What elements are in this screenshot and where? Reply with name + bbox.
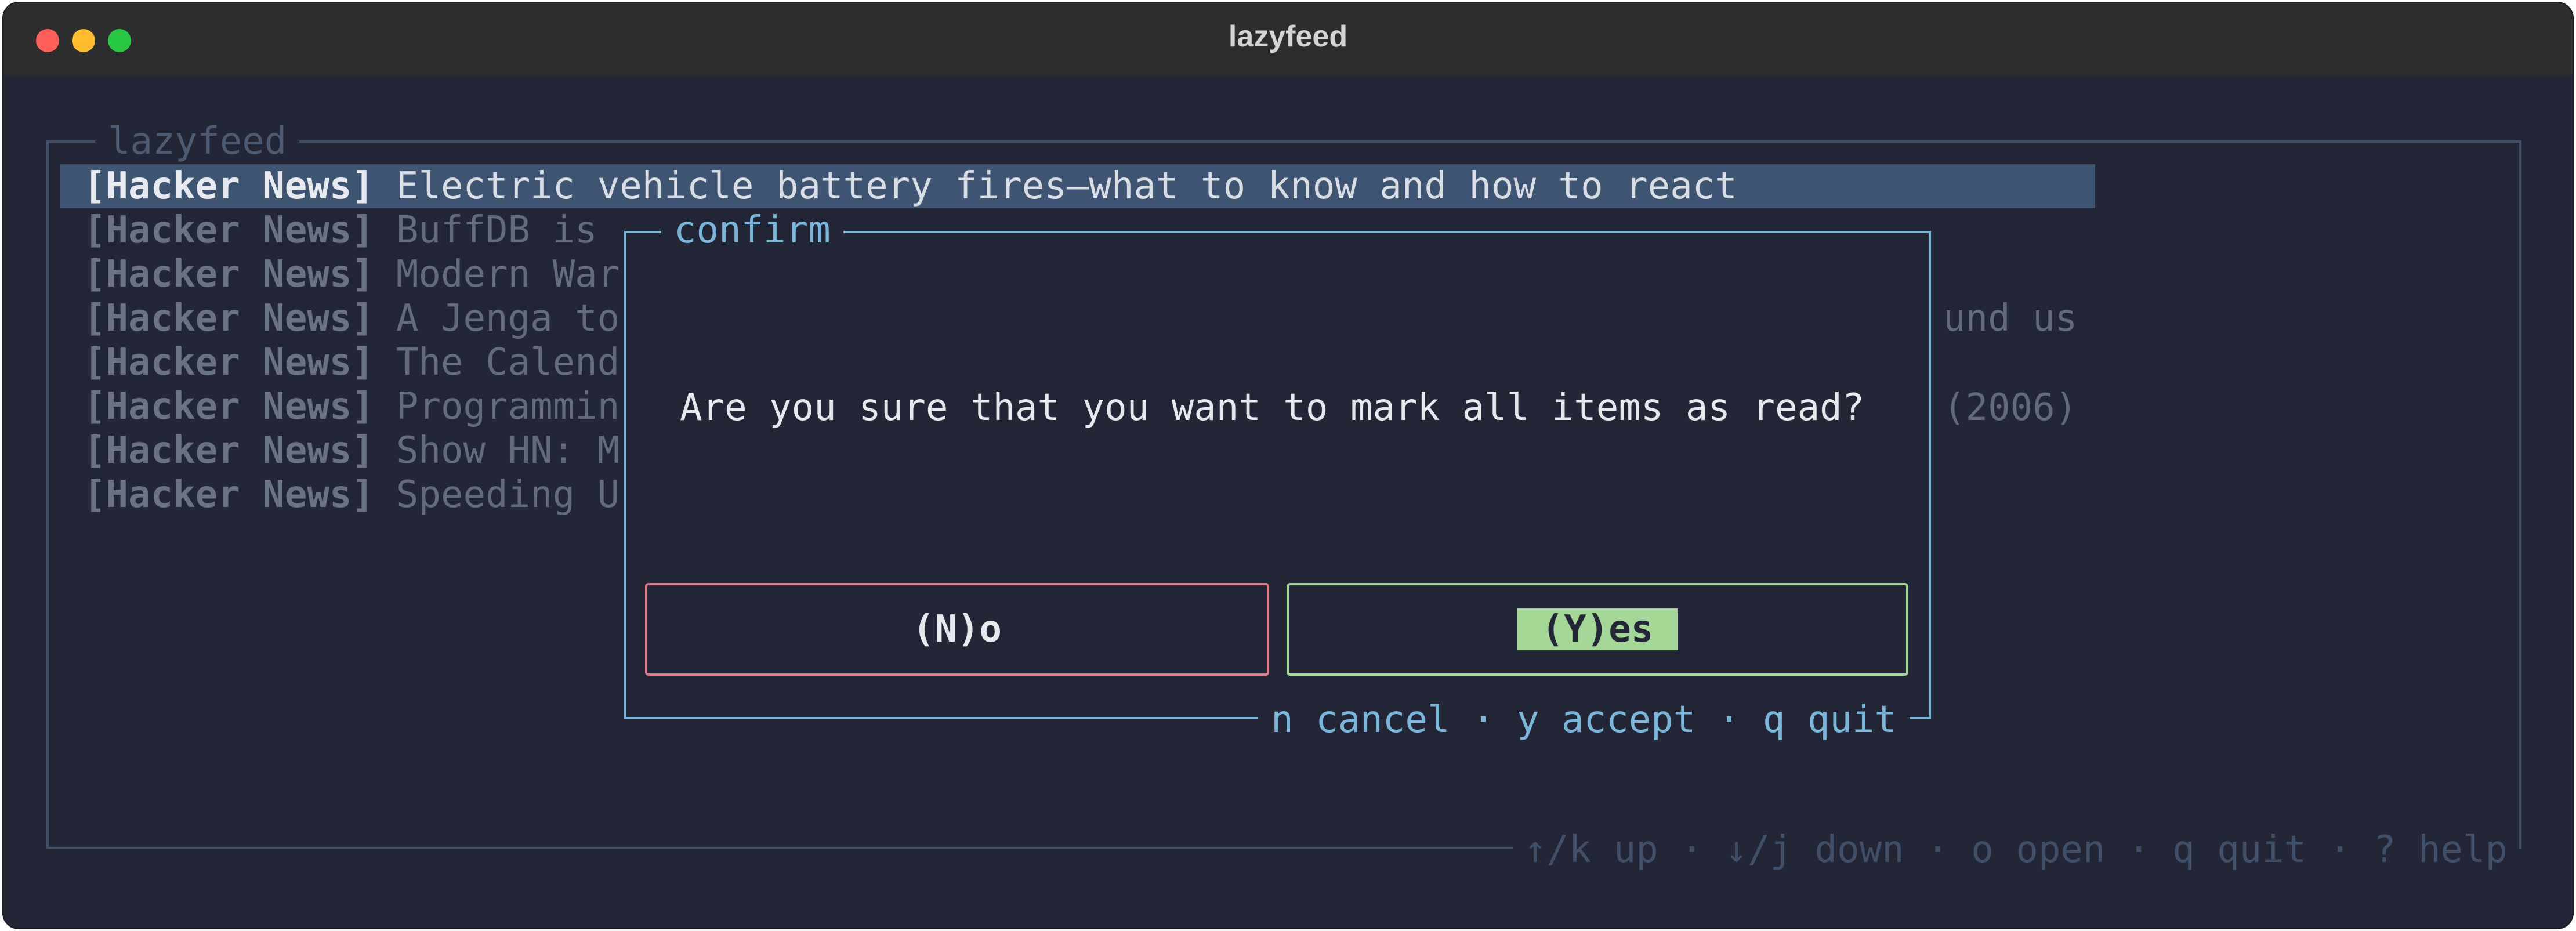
feed-item-title-tail: (2006) (1943, 386, 2078, 429)
feed-item-title: A Jenga to (396, 297, 620, 340)
feed-item-title: Electric vehicle battery fires—what to k… (396, 165, 1737, 208)
yes-button[interactable]: (Y)es (1287, 583, 1908, 676)
no-button[interactable]: (N)o (645, 583, 1269, 676)
feed-panel-title: lazyfeed (95, 119, 300, 164)
feed-item-title: BuffDB is (396, 209, 597, 252)
title-bar: lazyfeed (3, 3, 2573, 75)
confirm-dialog-title: confirm (661, 208, 843, 252)
no-button-label: (N)o (912, 608, 1002, 651)
feed-item-source: [Hacker News] (84, 341, 374, 384)
feed-item-title: The Calend (396, 341, 620, 384)
feed-item-title: Programmin (396, 385, 620, 428)
feed-item[interactable]: [Hacker News] Electric vehicle battery fi… (60, 164, 2095, 208)
keybinding-help-bar: ↑/k up · ↓/j down · o open · q quit · ? … (1512, 828, 2519, 872)
confirm-dialog-help: n cancel · y accept · q quit (1258, 698, 1910, 742)
feed-item-source: [Hacker News] (84, 385, 374, 428)
feed-item-title: Show HN: M (396, 429, 620, 472)
window-title: lazyfeed (1228, 20, 1348, 53)
yes-button-label: (Y)es (1517, 608, 1678, 650)
feed-item-source: [Hacker News] (84, 297, 374, 340)
feed-item-source: [Hacker News] (84, 209, 374, 252)
feed-item-title-tail: und us (1943, 297, 2078, 340)
feed-item-source: [Hacker News] (84, 253, 374, 296)
feed-item-source: [Hacker News] (84, 429, 374, 472)
feed-item-title: Modern War (396, 253, 620, 296)
feed-item-title: Speeding U (396, 473, 620, 516)
confirm-dialog-message: Are you sure that you want to mark all i… (680, 386, 1865, 429)
feed-item-source: [Hacker News] (84, 165, 374, 208)
feed-item-source: [Hacker News] (84, 473, 374, 516)
